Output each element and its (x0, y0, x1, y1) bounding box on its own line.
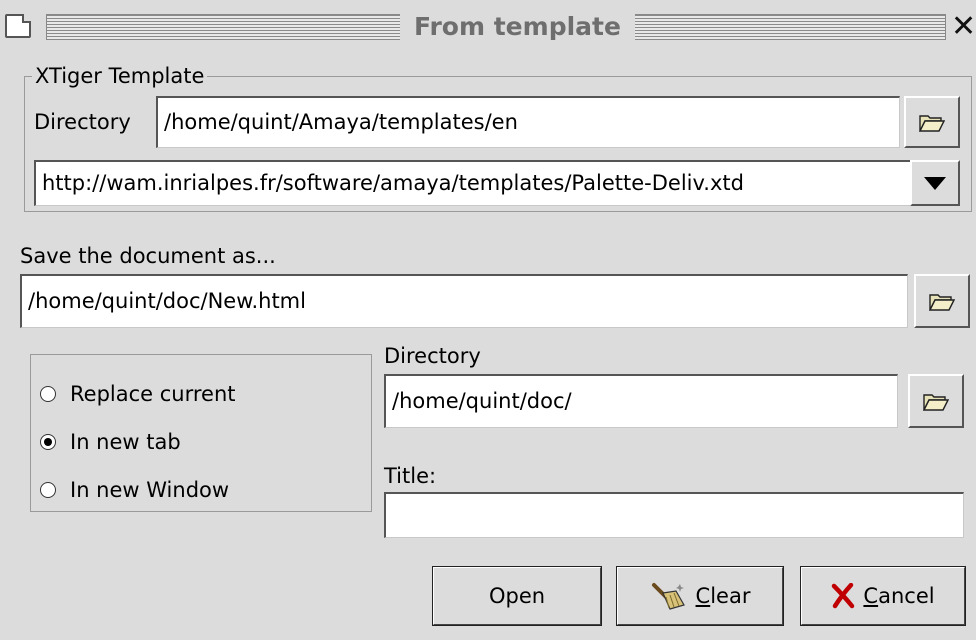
title-label: Title: (384, 464, 437, 488)
document-icon[interactable] (5, 14, 31, 38)
save-as-path-input[interactable]: /home/quint/doc/New.html (20, 274, 908, 328)
clear-label-rest: lear (710, 584, 751, 608)
red-x-icon (832, 583, 855, 609)
close-icon[interactable]: ✕ (951, 10, 976, 44)
open-button-label: Open (488, 584, 546, 608)
save-as-label: Save the document as... (20, 244, 276, 268)
clear-mnemonic: C (695, 584, 711, 608)
cancel-button-label: Cancel (863, 584, 934, 608)
output-directory-label: Directory (384, 344, 481, 368)
template-dropdown-button[interactable] (910, 160, 960, 206)
radio-label: Replace current (70, 382, 236, 406)
clear-button[interactable]: Clear (616, 566, 784, 626)
chevron-down-icon (924, 176, 946, 190)
radio-in-new-tab[interactable]: In new tab (40, 428, 181, 456)
cancel-button[interactable]: Cancel (800, 566, 966, 626)
open-button[interactable]: Open (432, 566, 602, 626)
template-directory-input[interactable]: /home/quint/Amaya/templates/en (156, 96, 900, 148)
from-template-dialog: From template ✕ XTiger Template Director… (0, 0, 976, 640)
directory-label: Directory (34, 110, 131, 134)
title-bar[interactable]: From template ✕ (0, 0, 976, 48)
cancel-mnemonic: C (863, 584, 879, 608)
browse-save-path-button[interactable] (914, 274, 970, 328)
output-directory-input[interactable]: /home/quint/doc/ (384, 374, 898, 428)
radio-label: In new Window (70, 478, 230, 502)
clear-button-label: Clear (696, 584, 751, 608)
radio-button[interactable] (40, 386, 56, 402)
radio-in-new-window[interactable]: In new Window (40, 476, 229, 504)
window-title: From template (400, 10, 635, 44)
template-url-combobox[interactable]: http://wam.inrialpes.fr/software/amaya/t… (34, 160, 910, 206)
browse-output-directory-button[interactable] (908, 374, 964, 428)
radio-button[interactable] (40, 482, 56, 498)
broom-icon (651, 583, 685, 610)
radio-replace-current[interactable]: Replace current (40, 380, 236, 408)
browse-template-directory-button[interactable] (904, 96, 960, 148)
folder-open-icon (919, 114, 945, 132)
cancel-label-rest: ancel (878, 584, 935, 608)
radio-button[interactable] (40, 434, 56, 450)
radio-label: In new tab (70, 430, 181, 454)
group-legend: XTiger Template (32, 62, 208, 90)
title-input[interactable] (384, 492, 964, 538)
folder-open-icon (929, 293, 955, 311)
folder-open-icon (923, 393, 949, 411)
